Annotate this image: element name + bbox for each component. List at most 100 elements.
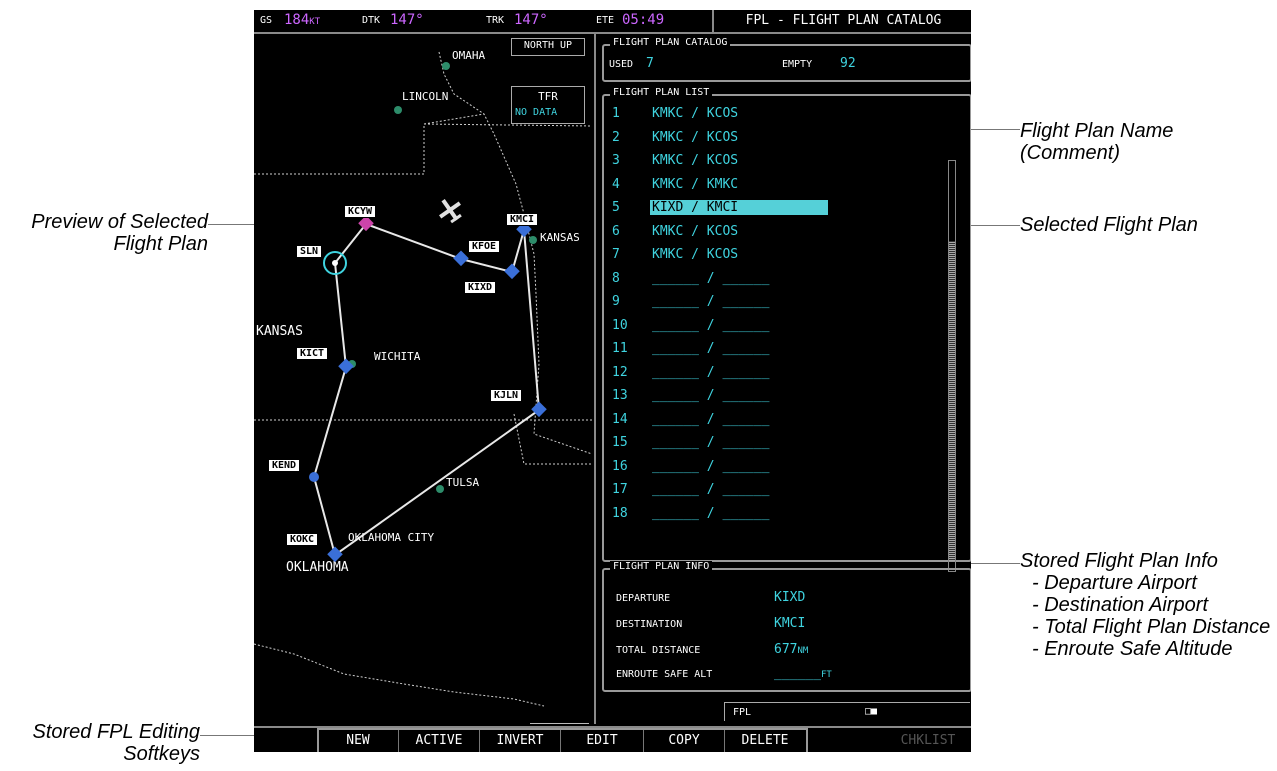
waypoint-kokc-icon (327, 546, 343, 563)
flight-plan-row[interactable]: 12 ______ / ______ (612, 363, 942, 383)
flight-plan-row[interactable]: 9 ______ / ______ (612, 292, 942, 312)
flight-plan-row[interactable]: 18 ______ / ______ (612, 504, 942, 524)
callout-stored-item: - Destination Airport (1032, 594, 1208, 616)
callout-editing-line2: Softkeys (123, 743, 200, 765)
waypoint-label: KFOE (468, 240, 501, 253)
row-name: ______ / ______ (652, 270, 770, 286)
row-number: 18 (612, 505, 628, 521)
row-name: ______ / ______ (652, 411, 770, 427)
waypoint-kict-icon (338, 358, 354, 375)
flight-plan-row[interactable]: 16 ______ / ______ (612, 457, 942, 477)
flight-plan-row[interactable]: 7 KMKC / KCOS (612, 245, 942, 265)
softkey-delete[interactable]: DELETE (725, 730, 805, 752)
waypoint-label: SLN (296, 245, 323, 258)
dtk-value: 147° (390, 12, 424, 28)
list-title: FLIGHT PLAN LIST (610, 87, 713, 98)
callout-preview-line2: Flight Plan (113, 233, 209, 255)
ete-label: ETE (596, 15, 615, 26)
waypoint-symbols (309, 199, 547, 563)
flight-plan-list: FLIGHT PLAN LIST 1 KMKC / KCOS 2 KMKC / KCO… (602, 87, 971, 562)
row-number: 9 (612, 294, 620, 309)
map-range[interactable]: 500NM (530, 723, 589, 724)
flight-plan-row-selected[interactable]: 5 KIXD / KMCI (612, 198, 942, 218)
flight-plan-row[interactable]: 3 KMKC / KCOS (612, 151, 942, 171)
callout-name-line1: Flight Plan Name (1020, 120, 1174, 142)
fpl-mini-status: FPL □■ (724, 702, 970, 721)
flight-plan-row[interactable]: 10 ______ / ______ (612, 316, 942, 336)
callout-editing-line1: Stored FPL Editing (32, 721, 200, 743)
waypoint-label: KOKC (286, 533, 319, 546)
callout-name-line2: (Comment) (1020, 142, 1121, 164)
list-scrollbar[interactable] (948, 160, 956, 572)
row-name: KMKC / KCOS (652, 247, 739, 262)
flight-plan-row[interactable]: 13 ______ / ______ (612, 386, 942, 406)
softkey-chklist: CHKLIST (900, 733, 956, 748)
flight-plan-info-box: FLIGHT PLAN INFO DEPARTURE KIXD DESTINAT… (602, 561, 971, 692)
flight-plan-row[interactable]: 6 KMKC / KCOS (612, 222, 942, 242)
waypoint-kjln-icon (531, 401, 547, 418)
row-number: 15 (612, 435, 628, 450)
page-title: FPL - FLIGHT PLAN CATALOG (712, 10, 971, 32)
row-name: ______ / ______ (652, 364, 770, 380)
row-name: KMKC / KCOS (652, 153, 739, 168)
waypoint-kend-icon (309, 472, 319, 482)
flight-plan-row[interactable]: 14 ______ / ______ (612, 410, 942, 430)
row-number: 13 (612, 388, 628, 403)
waypoint-label: KIXD (464, 281, 497, 294)
waypoint-label: KICT (296, 347, 329, 360)
callout-stored-item: - Total Flight Plan Distance (1032, 616, 1271, 638)
waypoint-label: KEND (268, 459, 301, 472)
gs-label: GS (260, 15, 273, 26)
top-status-bar: GS 184KT DTK 147° TRK 147° ETE 05:49 FPL… (254, 10, 971, 34)
row-number: 1 (612, 106, 620, 121)
row-name: ______ / ______ (652, 482, 770, 497)
row-number: 14 (612, 411, 628, 427)
softkey-new[interactable]: NEW (318, 730, 399, 752)
flight-plan-row[interactable]: 4 KMKC / KMKC (612, 175, 942, 195)
callout-preview-line1: Preview of Selected (31, 211, 208, 233)
fpl-mini-label: FPL (733, 707, 752, 718)
waypoint-label: KMCI (506, 213, 539, 226)
softkey-active[interactable]: ACTIVE (399, 730, 480, 752)
flight-plan-row[interactable]: 11 ______ / ______ (612, 339, 942, 359)
callout-name: Flight Plan Name (Comment) (1020, 120, 1173, 164)
row-name: ______ / ______ (652, 341, 770, 356)
flight-plan-row[interactable]: 1 KMKC / KCOS (612, 104, 942, 124)
flight-plan-row[interactable]: 17 ______ / ______ (612, 480, 942, 500)
callout-stored-item: - Departure Airport (1032, 572, 1197, 594)
flight-plan-row[interactable]: 8 ______ / ______ (612, 269, 942, 289)
callout-stored-title: Stored Flight Plan Info (1020, 550, 1218, 572)
used-label: USED (609, 59, 634, 70)
callout-preview: Preview of Selected Flight Plan (8, 211, 208, 255)
callout-selected: Selected Flight Plan (1020, 214, 1198, 236)
softkey-invert[interactable]: INVERT (480, 730, 561, 752)
row-number: 8 (612, 270, 620, 286)
mfd-display: GS 184KT DTK 147° TRK 147° ETE 05:49 FPL… (254, 10, 971, 752)
waypoint-kfoe-icon (453, 250, 469, 267)
catalog-title: FLIGHT PLAN CATALOG (610, 37, 731, 48)
flight-plan-row[interactable]: 15 ______ / ______ (612, 433, 942, 453)
row-name: ______ / ______ (652, 317, 770, 333)
flight-plan-row[interactable]: 2 KMKC / KCOS (612, 128, 942, 148)
row-number: 17 (612, 482, 628, 497)
esa-value: ______FT (774, 666, 832, 681)
row-name: ______ / ______ (652, 388, 770, 403)
departure-value: KIXD (774, 590, 806, 605)
row-name: KMKC / KCOS (652, 223, 739, 239)
trk-value: 147° (514, 12, 548, 28)
distance-label: TOTAL DISTANCE (616, 645, 701, 656)
waypoint-label: KCYW (344, 205, 377, 218)
row-number: 7 (612, 247, 620, 262)
callout-stored-info: Stored Flight Plan Info - Departure Airp… (1020, 550, 1270, 660)
aircraft-icon (439, 199, 462, 224)
softkey-copy[interactable]: COPY (644, 730, 725, 752)
row-name: ______ / ______ (652, 458, 770, 474)
esa-label: ENROUTE SAFE ALT (616, 669, 713, 680)
softkey-edit[interactable]: EDIT (561, 730, 644, 752)
row-number: 2 (612, 129, 620, 145)
scrollbar-thumb[interactable] (949, 241, 955, 561)
leader-stored-info (968, 563, 1020, 564)
distance-value: 677NM (774, 642, 809, 657)
waypoint-kixd-icon (504, 263, 520, 280)
map-preview[interactable]: NORTH UP TFR NO DATA OMAHA LINCOLN KANSA… (254, 34, 592, 724)
